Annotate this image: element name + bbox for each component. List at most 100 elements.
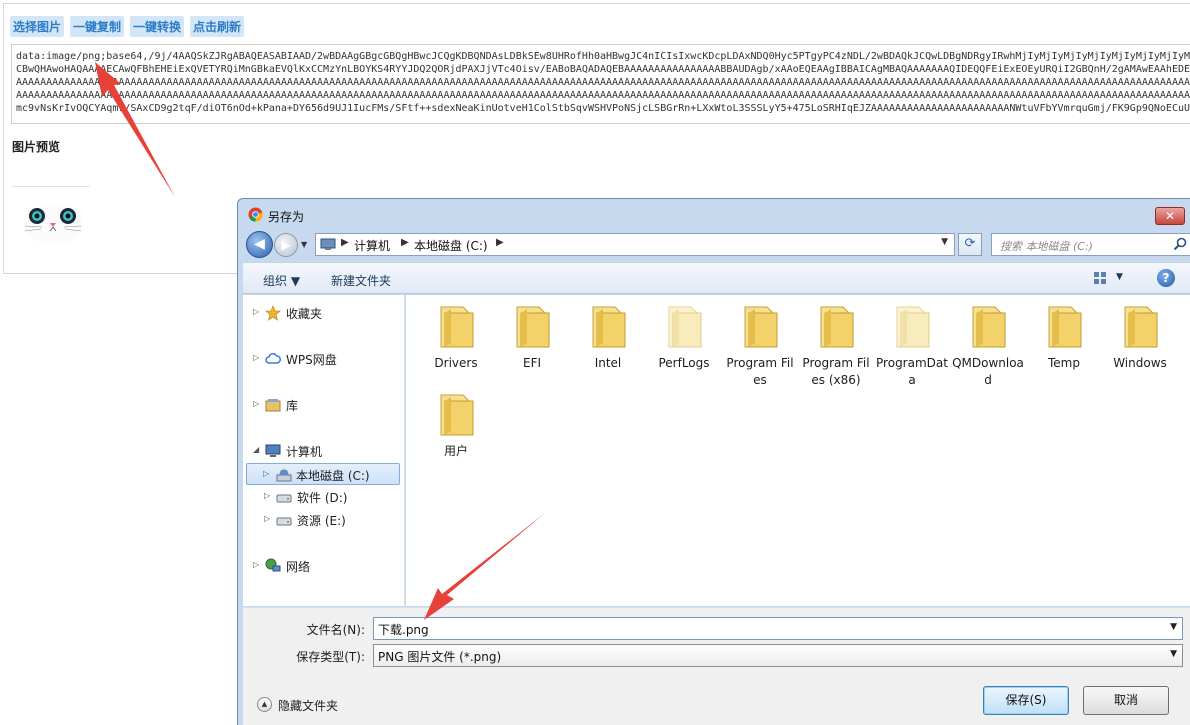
breadcrumb-separator-icon[interactable]: ▶ — [341, 237, 349, 248]
view-options-icon[interactable] — [1093, 271, 1107, 285]
nav-item-label: 资源 (E:) — [297, 514, 346, 528]
hide-folders-label: 隐藏文件夹 — [278, 699, 339, 713]
select-image-button[interactable]: 选择图片 — [10, 16, 65, 37]
nav-item-network[interactable]: ▷ 网络 — [251, 555, 401, 577]
nav-item-label: 收藏夹 — [286, 307, 323, 321]
back-button[interactable]: ◀ — [246, 231, 273, 258]
view-dropdown-icon[interactable]: ▼ — [1116, 272, 1123, 282]
cancel-button[interactable]: 取消 — [1083, 686, 1169, 715]
folder-item[interactable]: Windows — [1103, 303, 1177, 372]
network-icon — [265, 558, 281, 572]
expand-icon[interactable]: ▷ — [253, 560, 259, 569]
expand-icon[interactable]: ▷ — [263, 469, 269, 478]
refresh-button[interactable]: 点击刷新 — [190, 16, 245, 37]
breadcrumb-separator-icon[interactable]: ▶ — [496, 237, 504, 248]
filename-input[interactable]: 下载.png ▼ — [373, 617, 1183, 640]
filetype-label: 保存类型(T): — [296, 650, 365, 664]
drive-icon — [276, 517, 292, 526]
nav-item-favorites[interactable]: ▷ 收藏夹 — [251, 302, 401, 324]
title-bar[interactable]: 另存为 ✕ — [238, 199, 1190, 230]
convert-button[interactable]: 一键转换 — [130, 16, 185, 37]
save-button[interactable]: 保存(S) — [983, 686, 1069, 715]
close-button[interactable]: ✕ — [1155, 207, 1185, 225]
collapse-chevron-icon: ▲ — [257, 697, 272, 712]
data-line: CBwQHAwoHAQAAAAECAwQFBhEHEiExQVETYRQiMnG… — [16, 64, 1190, 75]
nav-item-library[interactable]: ▷ 库 — [251, 394, 401, 416]
folder-icon — [516, 306, 550, 348]
breadcrumb-local-disk[interactable]: 本地磁盘 (C:) — [414, 237, 488, 254]
nav-item-wps-cloud[interactable]: ▷ WPS网盘 — [251, 348, 401, 370]
folder-item[interactable]: Temp — [1027, 303, 1101, 372]
data-line: AAAAAAAAAAAAAAAAAAAAAAAAAAAAAAAAAAAAAAAA… — [16, 90, 1190, 101]
breadcrumb-computer[interactable]: 计算机 — [354, 237, 390, 254]
folder-name: Drivers — [434, 356, 478, 370]
copy-button[interactable]: 一键复制 — [70, 16, 125, 37]
folder-item[interactable]: Intel — [571, 303, 645, 372]
refresh-icon[interactable]: ⟳ — [958, 233, 982, 256]
folder-item[interactable]: 用户 — [419, 391, 493, 460]
data-line: data:image/png;base64,/9j/4AAQSkZJRgABAQ… — [16, 51, 1190, 62]
folder-name: Program Files — [726, 356, 794, 387]
local-disk-icon — [276, 468, 292, 482]
folder-item[interactable]: Drivers — [419, 303, 493, 372]
nav-item-drive-d[interactable]: ▷ 软件 (D:) — [264, 486, 399, 508]
data-line: AAAAAAAAAAAAAAAAAAAAAAAAAAAAAAAAAAAAAAAA… — [16, 77, 1190, 88]
expand-icon[interactable]: ▷ — [253, 399, 259, 408]
help-icon[interactable]: ? — [1157, 269, 1175, 287]
folder-icon — [1124, 306, 1158, 348]
base64-textarea[interactable]: data:image/png;base64,/9j/4AAQSkZJRgABAQ… — [11, 44, 1190, 124]
folder-item[interactable]: Program Files — [723, 303, 797, 389]
preview-title: 图片预览 — [12, 140, 61, 154]
star-icon — [265, 305, 281, 321]
nav-item-label: 库 — [286, 399, 299, 413]
search-input[interactable]: 搜索 本地磁盘 (C:) — [991, 233, 1190, 256]
folder-name: EFI — [522, 356, 542, 370]
address-bar[interactable]: ▶ 计算机 ▶ 本地磁盘 (C:) ▶ ▼ — [315, 233, 955, 256]
folder-icon — [820, 306, 854, 348]
folder-name: Temp — [1048, 356, 1080, 370]
forward-button[interactable]: ▶ — [274, 233, 298, 257]
nav-item-label: 软件 (D:) — [297, 491, 348, 505]
folder-icon — [972, 306, 1006, 348]
nav-item-computer[interactable]: ◢ 计算机 — [251, 440, 401, 462]
nav-item-drive-e[interactable]: ▷ 资源 (E:) — [264, 509, 399, 531]
folder-item[interactable]: ProgramData — [875, 303, 949, 389]
expand-icon[interactable]: ▷ — [253, 353, 259, 362]
recent-pages-dropdown-icon[interactable]: ▼ — [301, 240, 307, 249]
expand-icon[interactable]: ▷ — [264, 514, 270, 523]
expand-icon[interactable]: ▷ — [264, 491, 270, 500]
folder-item[interactable]: PerfLogs — [647, 303, 721, 372]
file-list: Drivers EFI Intel PerfLogs Program Files… — [406, 295, 1190, 606]
filetype-dropdown-icon[interactable]: ▼ — [1170, 649, 1177, 659]
filetype-select[interactable]: PNG 图片文件 (*.png) ▼ — [373, 644, 1183, 667]
filename-dropdown-icon[interactable]: ▼ — [1170, 622, 1177, 632]
folder-icon — [440, 306, 474, 348]
folder-icon — [1048, 306, 1082, 348]
search-icon[interactable] — [1173, 237, 1187, 251]
toolbar: 选择图片 一键复制 一键转换 点击刷新 — [10, 16, 245, 37]
folder-item[interactable]: EFI — [495, 303, 569, 372]
divider — [12, 186, 90, 187]
breadcrumb-separator-icon[interactable]: ▶ — [401, 237, 409, 248]
computer-icon — [265, 444, 281, 457]
collapse-icon[interactable]: ◢ — [253, 445, 259, 454]
folder-item[interactable]: Program Files (x86) — [799, 303, 873, 389]
folder-name: 用户 — [443, 444, 468, 458]
search-placeholder: 搜索 本地磁盘 (C:) — [1000, 240, 1093, 253]
nav-item-label: 网络 — [286, 560, 311, 574]
folder-name: QMDownload — [952, 356, 1024, 387]
cloud-icon — [265, 353, 281, 364]
save-form: 文件名(N): 下载.png ▼ 保存类型(T): PNG 图片文件 (*.pn… — [243, 607, 1190, 725]
nav-item-label: WPS网盘 — [286, 353, 337, 367]
folder-name: Windows — [1113, 356, 1167, 370]
data-line: mc9vNsKrIvOQCYAqmr/SAxCD9g2tqF/diOT6nOd+… — [16, 103, 1190, 114]
folder-name: ProgramData — [876, 356, 948, 387]
new-folder-button[interactable]: 新建文件夹 — [331, 272, 391, 289]
expand-icon[interactable]: ▷ — [253, 307, 259, 316]
nav-item-local-disk-c[interactable]: ▷ 本地磁盘 (C:) — [246, 463, 400, 485]
cat-preview-image[interactable] — [22, 202, 84, 246]
address-dropdown-icon[interactable]: ▼ — [941, 237, 948, 247]
folder-item[interactable]: QMDownload — [951, 303, 1025, 389]
organize-menu[interactable]: 组织 ▼ — [263, 272, 300, 289]
folder-name: PerfLogs — [658, 356, 710, 370]
